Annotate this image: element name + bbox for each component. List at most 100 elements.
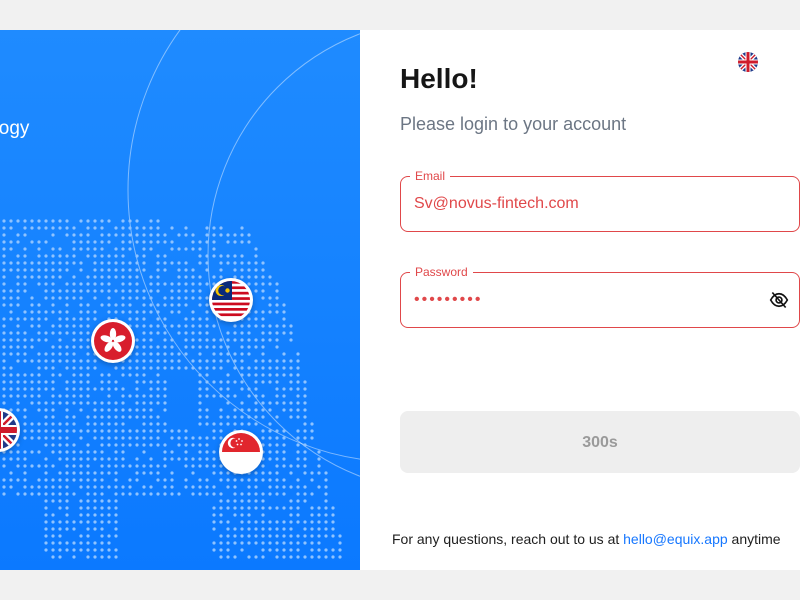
map-dot [156, 275, 160, 279]
map-dot [261, 513, 265, 517]
map-dot [86, 233, 90, 237]
map-dot [289, 471, 293, 475]
map-dot [100, 464, 104, 468]
map-dot [107, 289, 111, 293]
map-dot [79, 499, 83, 503]
map-dot [51, 499, 55, 503]
map-dot [51, 429, 55, 433]
map-dot [219, 352, 223, 356]
map-dot [310, 513, 314, 517]
map-dot [142, 345, 146, 349]
map-dot [58, 527, 62, 531]
map-dot [261, 380, 265, 384]
map-dot [191, 233, 195, 237]
map-dot [198, 464, 202, 468]
map-dot [58, 345, 62, 349]
map-dot [268, 359, 272, 363]
map-dot [219, 513, 223, 517]
map-dot [303, 422, 307, 426]
map-dot [191, 324, 195, 328]
map-dot [51, 275, 55, 279]
map-dot [247, 499, 251, 503]
map-dot [58, 401, 62, 405]
map-dot [289, 359, 293, 363]
map-dot [163, 254, 167, 258]
map-dot [86, 254, 90, 258]
map-dot [30, 380, 34, 384]
map-dot [212, 240, 216, 244]
map-dot [9, 247, 13, 251]
map-dot [72, 275, 76, 279]
map-dot [16, 464, 20, 468]
map-dot [51, 387, 55, 391]
map-dot [114, 226, 118, 230]
map-dot [247, 268, 251, 272]
map-dot [254, 317, 258, 321]
map-dot [149, 289, 153, 293]
map-dot [79, 261, 83, 265]
map-dot [338, 541, 342, 545]
map-dot [51, 541, 55, 545]
map-dot [254, 338, 258, 342]
map-dot [268, 478, 272, 482]
map-dot [142, 338, 146, 342]
map-dot [184, 289, 188, 293]
email-input[interactable]: Sv@novus-fintech.com [414, 177, 754, 231]
map-dot [310, 436, 314, 440]
map-dot [37, 436, 41, 440]
map-dot [170, 303, 174, 307]
map-dot [149, 331, 153, 335]
map-dot [219, 464, 223, 468]
map-dot [135, 296, 139, 300]
map-dot [58, 261, 62, 265]
map-dot [135, 324, 139, 328]
map-dot [30, 373, 34, 377]
map-dot [2, 352, 6, 356]
language-selector[interactable] [738, 52, 758, 72]
support-email-link[interactable]: hello@equix.app [623, 531, 728, 547]
map-dot [100, 513, 104, 517]
map-dot [58, 296, 62, 300]
map-dot [149, 401, 153, 405]
map-dot [240, 338, 244, 342]
map-dot [23, 450, 27, 454]
map-dot [219, 387, 223, 391]
map-dot [9, 380, 13, 384]
map-dot [289, 541, 293, 545]
login-button[interactable]: 300s [400, 411, 800, 473]
password-input[interactable]: ••••••••• [414, 273, 754, 327]
map-dot [261, 555, 265, 559]
map-dot [51, 254, 55, 258]
map-dot [86, 478, 90, 482]
map-dot [44, 492, 48, 496]
map-dot [23, 394, 27, 398]
password-visibility-toggle[interactable] [769, 290, 789, 310]
map-dot [135, 478, 139, 482]
map-dot [310, 555, 314, 559]
map-dot [9, 457, 13, 461]
map-dot [135, 226, 139, 230]
map-dot [58, 443, 62, 447]
map-dot [191, 240, 195, 244]
map-dot [149, 275, 153, 279]
page-title: Hello! [400, 63, 478, 94]
map-dot [44, 331, 48, 335]
map-dot [37, 275, 41, 279]
map-dot [72, 240, 76, 244]
map-dot [44, 548, 48, 552]
map-dot [44, 485, 48, 489]
map-dot [72, 464, 76, 468]
map-dot [254, 520, 258, 524]
map-dot [16, 282, 20, 286]
map-dot [72, 394, 76, 398]
map-dot [93, 296, 97, 300]
map-dot [226, 387, 230, 391]
map-dot [30, 296, 34, 300]
map-dot [324, 485, 328, 489]
map-dot [212, 380, 216, 384]
map-dot [212, 527, 216, 531]
map-dot [163, 443, 167, 447]
map-dot [205, 415, 209, 419]
map-dot [121, 303, 125, 307]
map-dot [23, 359, 27, 363]
